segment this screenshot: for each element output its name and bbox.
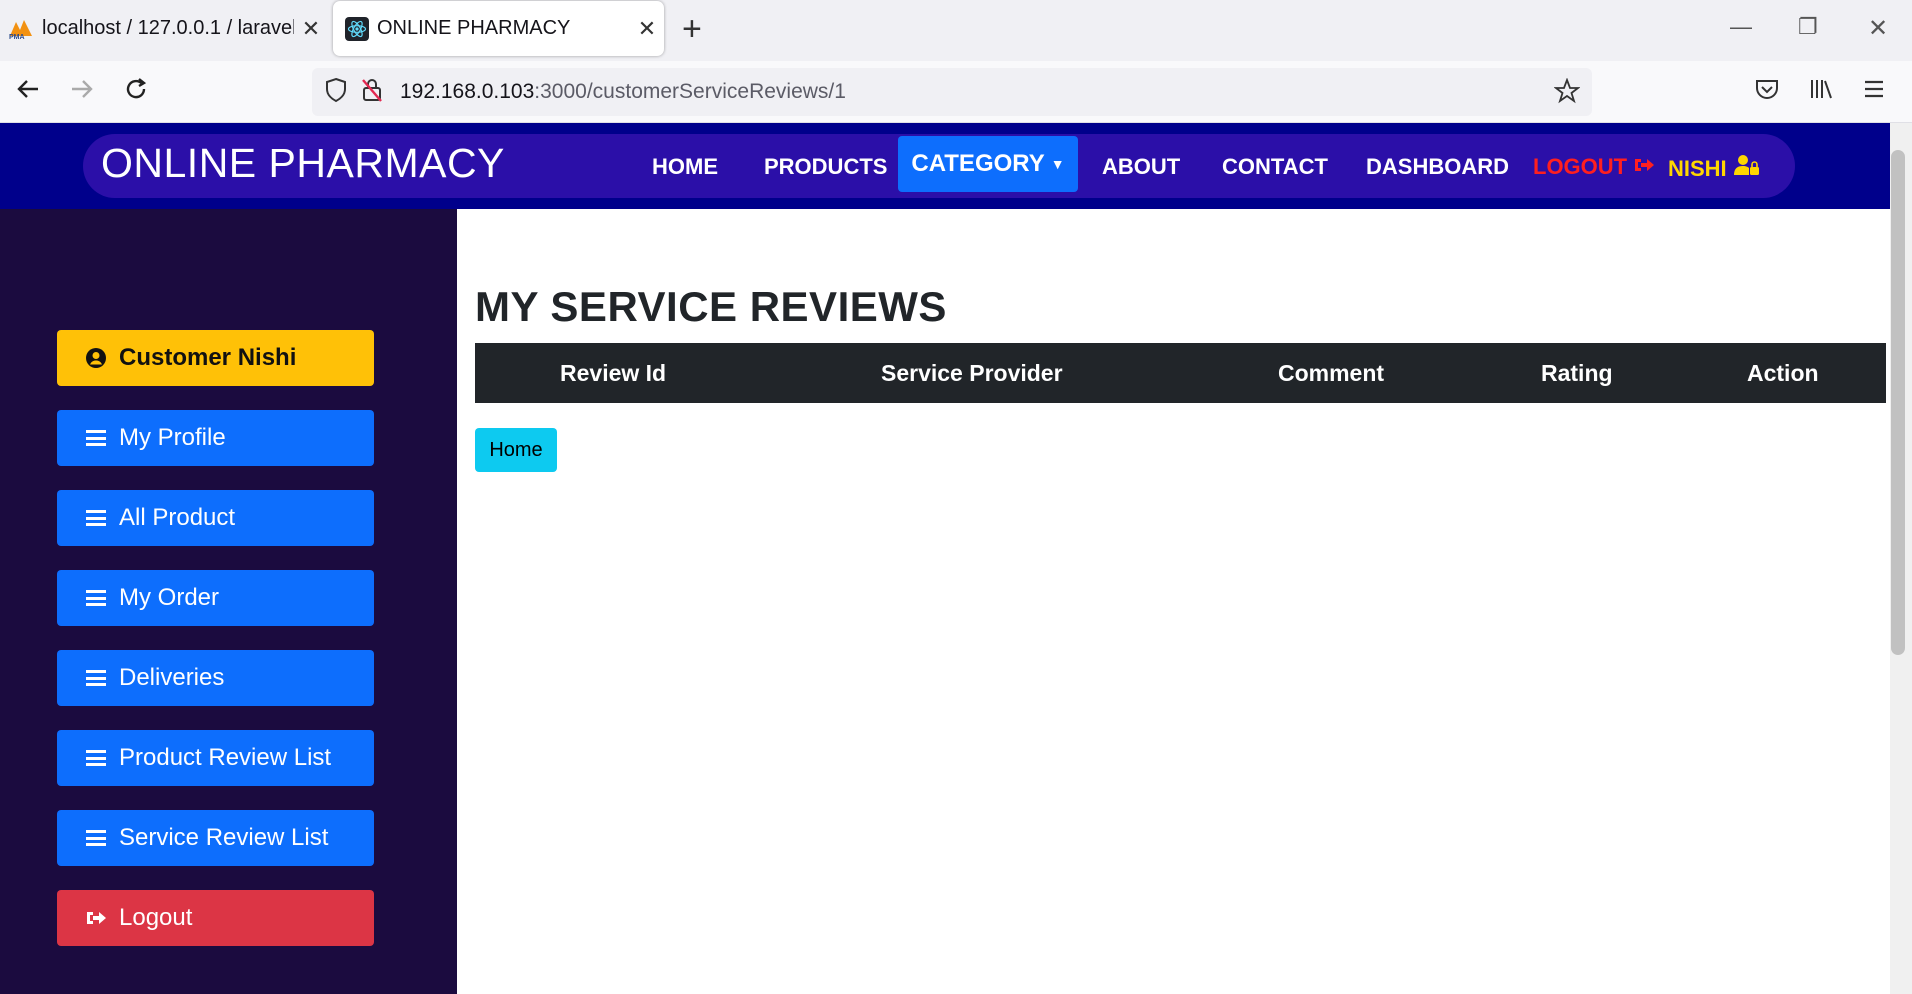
sidebar-item-label: My Profile bbox=[119, 424, 226, 451]
sidebar-item-service-review-list[interactable]: Service Review List bbox=[57, 810, 374, 866]
column-header-rating: Rating bbox=[1541, 360, 1613, 386]
sidebar-item-label: Product Review List bbox=[119, 744, 332, 771]
scrollbar-thumb[interactable] bbox=[1891, 150, 1905, 655]
url-text: 192.168.0.103:3000/customerServiceReview… bbox=[400, 80, 846, 104]
phpmyadmin-icon: PMA bbox=[8, 18, 34, 41]
customer-name: Customer Nishi bbox=[119, 344, 297, 371]
bars-icon bbox=[85, 590, 107, 606]
bars-icon bbox=[85, 830, 107, 846]
sidebar: Customer Nishi My Profile All Product My… bbox=[0, 209, 457, 994]
browser-tab-bar: PMA localhost / 127.0.0.1 / laravelap ✕ … bbox=[0, 0, 1912, 61]
pocket-icon[interactable] bbox=[1754, 77, 1780, 108]
close-window-icon[interactable]: ✕ bbox=[1868, 14, 1888, 43]
sidebar-item-my-profile[interactable]: My Profile bbox=[57, 410, 374, 466]
tab-title: localhost / 127.0.0.1 / laravelap bbox=[42, 17, 294, 39]
tab-title: ONLINE PHARMACY bbox=[377, 17, 571, 39]
new-tab-icon[interactable]: + bbox=[682, 10, 702, 49]
reviews-table-header: Review Id Service Provider Comment Ratin… bbox=[475, 343, 1886, 403]
nav-home[interactable]: HOME bbox=[652, 154, 718, 180]
forward-icon[interactable] bbox=[68, 75, 96, 110]
column-header-comment: Comment bbox=[1278, 360, 1385, 386]
nav-category-label: CATEGORY bbox=[911, 150, 1045, 177]
nav-user-label: NISHI bbox=[1668, 156, 1727, 181]
nav-dashboard[interactable]: DASHBOARD bbox=[1366, 154, 1509, 180]
url-host: 192.168.0.103 bbox=[400, 80, 535, 103]
menu-icon[interactable] bbox=[1862, 77, 1886, 108]
page-viewport: ONLINE PHARMACY HOME PRODUCTS CATEGORY ▼… bbox=[0, 123, 1890, 994]
browser-toolbar: 192.168.0.103:3000/customerServiceReview… bbox=[0, 61, 1912, 123]
address-bar[interactable]: 192.168.0.103:3000/customerServiceReview… bbox=[312, 68, 1592, 116]
sign-out-icon bbox=[85, 909, 107, 927]
page-title: MY SERVICE REVIEWS bbox=[475, 283, 947, 330]
back-icon[interactable] bbox=[14, 75, 42, 110]
caret-down-icon: ▼ bbox=[1050, 156, 1065, 172]
nav-about[interactable]: ABOUT bbox=[1102, 154, 1180, 180]
nav-user[interactable]: NISHI bbox=[1668, 154, 1761, 182]
top-navbar: ONLINE PHARMACY HOME PRODUCTS CATEGORY ▼… bbox=[0, 123, 1890, 209]
bars-icon bbox=[85, 670, 107, 686]
bars-icon bbox=[85, 510, 107, 526]
home-button[interactable]: Home bbox=[475, 428, 557, 472]
nav-products[interactable]: PRODUCTS bbox=[764, 154, 887, 180]
browser-tab-online-pharmacy[interactable]: ONLINE PHARMACY ✕ bbox=[333, 1, 664, 56]
column-header-action: Action bbox=[1747, 360, 1819, 386]
user-lock-icon bbox=[1733, 155, 1761, 181]
sign-out-icon bbox=[1633, 154, 1655, 179]
nav-logout-label: LOGOUT bbox=[1533, 154, 1628, 179]
sidebar-item-product-review-list[interactable]: Product Review List bbox=[57, 730, 374, 786]
shield-icon[interactable] bbox=[324, 77, 348, 108]
nav-category[interactable]: CATEGORY ▼ bbox=[898, 136, 1078, 192]
user-circle-icon bbox=[85, 347, 107, 369]
minimize-icon[interactable]: — bbox=[1730, 14, 1752, 40]
library-icon[interactable] bbox=[1808, 77, 1834, 108]
insecure-lock-icon[interactable] bbox=[360, 77, 384, 108]
browser-tab-phpmyadmin[interactable]: PMA localhost / 127.0.0.1 / laravelap ✕ bbox=[0, 1, 328, 56]
column-header-review-id: Review Id bbox=[560, 360, 667, 386]
sidebar-item-all-product[interactable]: All Product bbox=[57, 490, 374, 546]
bookmark-star-icon[interactable] bbox=[1553, 77, 1581, 109]
svg-text:PMA: PMA bbox=[9, 34, 25, 40]
sidebar-item-label: Service Review List bbox=[119, 824, 329, 851]
bars-icon bbox=[85, 750, 107, 766]
brand-logo[interactable]: ONLINE PHARMACY bbox=[101, 140, 505, 187]
sidebar-item-label: Deliveries bbox=[119, 664, 225, 691]
nav-contact[interactable]: CONTACT bbox=[1222, 154, 1328, 180]
close-tab-icon[interactable]: ✕ bbox=[630, 16, 664, 42]
reload-icon[interactable] bbox=[122, 75, 150, 110]
sidebar-item-my-order[interactable]: My Order bbox=[57, 570, 374, 626]
sidebar-item-deliveries[interactable]: Deliveries bbox=[57, 650, 374, 706]
customer-profile-button[interactable]: Customer Nishi bbox=[57, 330, 374, 386]
close-tab-icon[interactable]: ✕ bbox=[294, 16, 328, 42]
logout-label: Logout bbox=[119, 904, 193, 931]
sidebar-logout-button[interactable]: Logout bbox=[57, 890, 374, 946]
sidebar-item-label: All Product bbox=[119, 504, 236, 531]
sidebar-item-label: My Order bbox=[119, 584, 220, 611]
react-icon bbox=[345, 16, 369, 41]
bars-icon bbox=[85, 430, 107, 446]
url-path: :3000/customerServiceReviews/1 bbox=[534, 80, 846, 103]
column-header-service-provider: Service Provider bbox=[881, 360, 1063, 386]
nav-logout[interactable]: LOGOUT bbox=[1533, 154, 1655, 180]
restore-icon[interactable]: ❐ bbox=[1798, 14, 1818, 40]
